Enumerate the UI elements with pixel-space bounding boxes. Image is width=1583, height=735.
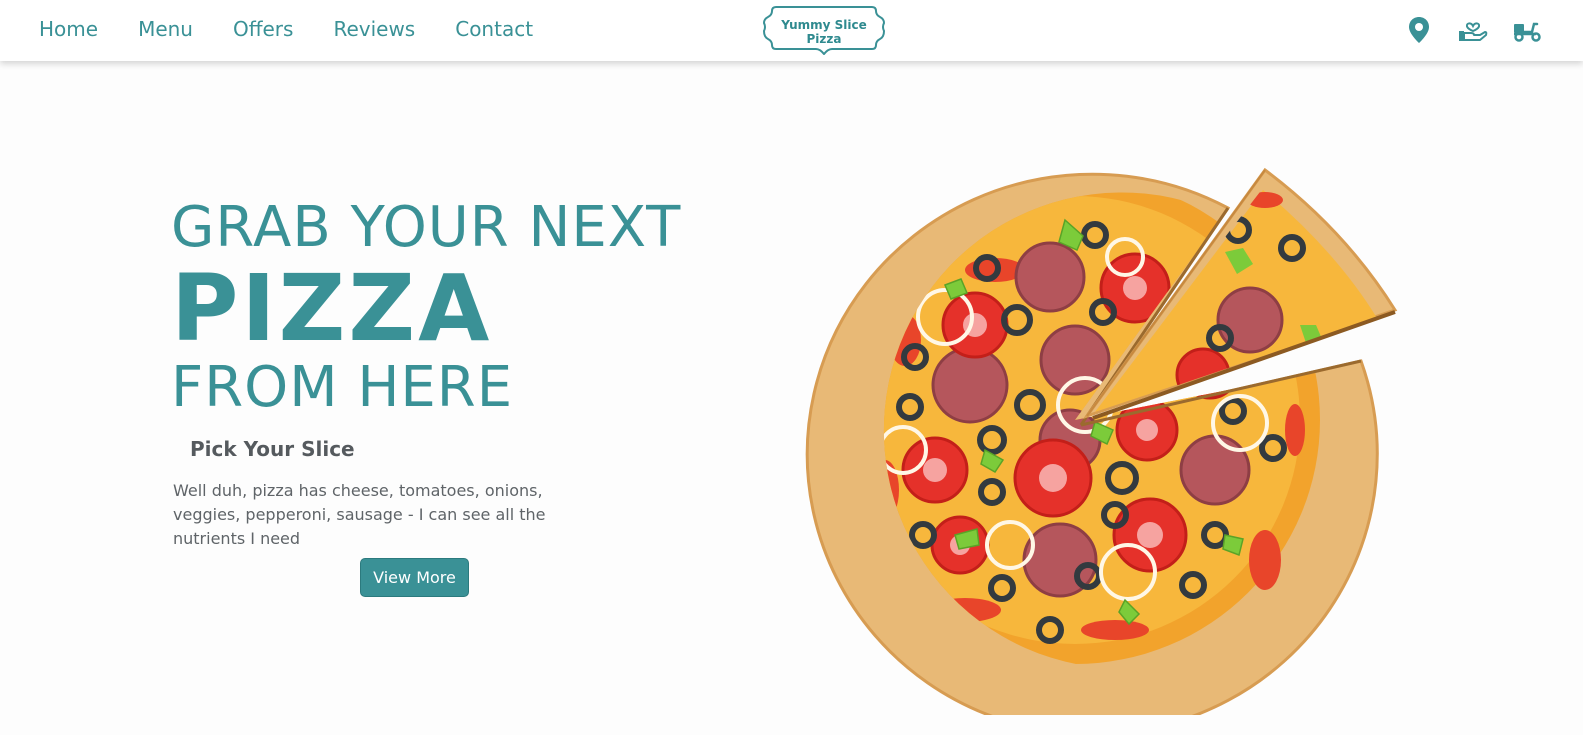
pizza-illustration xyxy=(795,140,1405,735)
nav-link-contact[interactable]: Contact xyxy=(455,17,533,41)
hero-subtitle: Pick Your Slice xyxy=(190,437,355,461)
hand-heart-icon[interactable] xyxy=(1457,14,1489,46)
hero-heading-pizza: PIZZA xyxy=(171,255,493,362)
hero-text-block: GRAB YOUR NEXT PIZZA FROM HERE Pick Your… xyxy=(171,197,731,551)
nav-icon-group xyxy=(1403,14,1543,46)
nav-link-reviews[interactable]: Reviews xyxy=(333,17,415,41)
delivery-scooter-icon[interactable] xyxy=(1511,14,1543,46)
nav-link-offers[interactable]: Offers xyxy=(233,17,293,41)
brand-logo[interactable]: Yummy Slice Pizza xyxy=(762,3,886,55)
location-pin-icon[interactable] xyxy=(1403,14,1435,46)
main-nav: Home Menu Offers Reviews Contact xyxy=(39,0,573,58)
nav-link-home[interactable]: Home xyxy=(39,17,98,41)
hero-heading-line-3: FROM HERE xyxy=(171,355,514,420)
top-navigation-bar: Home Menu Offers Reviews Contact Yummy S… xyxy=(0,0,1583,61)
hero-description: Well duh, pizza has cheese, tomatoes, on… xyxy=(173,481,546,548)
nav-link-menu[interactable]: Menu xyxy=(138,17,193,41)
logo-text: Yummy Slice Pizza xyxy=(781,18,867,46)
view-more-button[interactable]: View More xyxy=(360,558,469,597)
pizza-image xyxy=(805,167,1398,735)
hero-heading-line-1: GRAB YOUR NEXT xyxy=(171,195,682,260)
